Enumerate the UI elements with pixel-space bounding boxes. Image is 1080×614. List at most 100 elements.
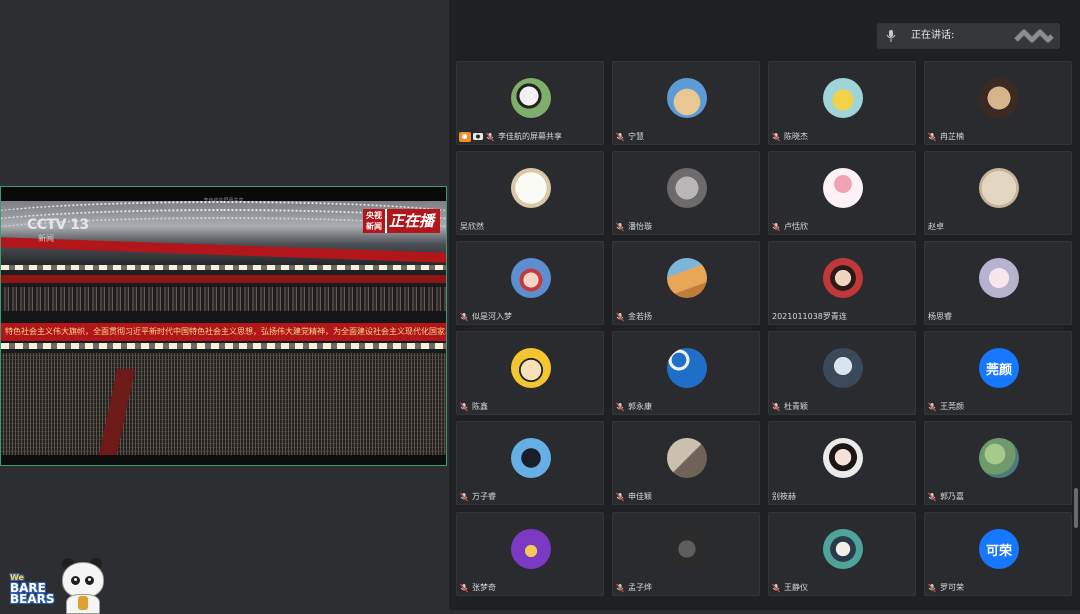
avatar [979,168,1019,208]
participant-tile[interactable]: 郭永康 [612,331,760,415]
participant-name: 王静仪 [784,583,808,592]
nameplate: 陈晓杰 [771,130,808,143]
participant-name: 万子睿 [472,492,496,501]
participant-tile[interactable]: 万子睿 [456,421,604,505]
avatar [511,529,551,569]
active-speaker-bar[interactable]: 正在讲话: [877,23,1060,49]
avatar [667,258,707,298]
participant-name: 宁慧 [628,132,644,141]
speaking-label: 正在讲话: [911,30,955,41]
mic-muted-icon [616,402,624,411]
avatar [823,348,863,388]
participant-tile[interactable]: 2021011038罗青连 [768,241,916,325]
avatar-initials: 可荣 [979,529,1019,569]
participant-tile[interactable]: 陈鑫 [456,331,604,415]
mic-muted-icon [928,402,936,411]
participant-name: 杨思睿 [928,312,952,321]
nameplate: 申佳颖 [615,490,652,503]
participant-tile[interactable]: 莞颜 王莞颜 [924,331,1072,415]
mascot-logo-text: We BARE BEARS [10,572,55,605]
participant-tile[interactable]: 杜青颖 [768,331,916,415]
participant-tile[interactable]: 吴欣然 [456,151,604,235]
mascot-bears: BEARS [10,592,55,606]
participant-tile[interactable]: 潘怡璇 [612,151,760,235]
nameplate: 卢恬欣 [771,220,808,233]
participant-tile[interactable]: 可荣 罗可荣 [924,512,1072,596]
participant-tile[interactable]: 申佳颖 [612,421,760,505]
mic-muted-icon [486,132,494,141]
participant-tile[interactable]: 卢恬欣 [768,151,916,235]
avatar [667,438,707,478]
avatar [667,529,707,569]
participant-tile[interactable]: 陈晓杰 [768,61,916,145]
avatar [979,258,1019,298]
mic-muted-icon [460,402,468,411]
slogan-text: 特色社会主义伟大旗帜，全面贯彻习近平新时代中国特色社会主义思想，弘扬伟大建党精神… [5,327,446,336]
participant-tile[interactable]: 宁慧 [612,61,760,145]
avatar [979,78,1019,118]
nameplate: 罗可荣 [927,581,964,594]
participant-tile[interactable]: 李佳航的屏幕共享 [456,61,604,145]
live-badge-main: 正在播 [384,209,440,233]
screen-share-view[interactable]: 李佳航的屏幕共享 特色社会主义伟大旗帜，全面贯彻习近平新时代中国特色社会主义思想… [0,186,447,466]
mic-muted-icon [460,312,468,321]
nameplate: 吴欣然 [459,220,484,233]
nameplate: 张梦奇 [459,581,496,594]
participant-tile[interactable]: 张梦奇 [456,512,604,596]
participant-name: 陈晓杰 [784,132,808,141]
speaker-avatar-icon [1014,29,1054,43]
participant-tile[interactable]: 杨思睿 [924,241,1072,325]
balcony-audience [1,287,446,311]
participant-name: 郭乃嘉 [940,492,964,501]
share-title-bar: 李佳航的屏幕共享 [1,187,446,204]
avatar [511,258,551,298]
nameplate: 陈鑫 [459,400,488,413]
participant-name: 冉芷楠 [940,132,964,141]
participant-tile[interactable]: 孟子烨 [612,512,760,596]
participant-tile[interactable]: 似是河入梦 [456,241,604,325]
nameplate: 李佳航的屏幕共享 [459,130,562,143]
nameplate: 杨思睿 [927,310,952,323]
participant-name: 卢恬欣 [784,222,808,231]
participant-tile[interactable]: 王静仪 [768,512,916,596]
participant-name: 似是河入梦 [472,312,512,321]
participant-tile[interactable]: 冉芷楠 [924,61,1072,145]
participant-name: 申佳颖 [628,492,652,501]
participant-name: 赵卓 [928,222,944,231]
gallery-scrollbar[interactable] [1074,488,1078,528]
avatar [823,438,863,478]
avatar [823,529,863,569]
participant-name: 郭永康 [628,402,652,411]
participant-tile[interactable]: 金若扬 [612,241,760,325]
left-pane: 李佳航的屏幕共享 特色社会主义伟大旗帜，全面贯彻习近平新时代中国特色社会主义思想… [0,0,449,614]
nameplate: 孟子烨 [615,581,652,594]
panda-icon [58,556,106,614]
red-banner-mid [1,275,446,283]
avatar [979,438,1019,478]
participant-tile[interactable]: 郭乃嘉 [924,421,1072,505]
live-tag-top: 央视 [365,211,382,220]
avatar [511,78,551,118]
mic-muted-icon [616,492,624,501]
participant-name: 金若扬 [628,312,652,321]
nameplate: 冉芷楠 [927,130,964,143]
participant-name: 张梦奇 [472,583,496,592]
nameplate: 金若扬 [615,310,652,323]
participant-name: 杜青颖 [784,402,808,411]
nameplate: 2021011038罗青连 [771,310,847,323]
participant-tile[interactable]: 赵卓 [924,151,1072,235]
camera-icon [473,133,483,140]
nameplate: 王静仪 [771,581,808,594]
avatar [823,78,863,118]
participant-tile[interactable]: 别筱赫 [768,421,916,505]
nameplate: 别筱赫 [771,490,796,503]
participant-name: 吴欣然 [460,222,484,231]
mic-muted-icon [928,492,936,501]
main-audience [1,353,446,455]
cctv-channel-sub: 新闻 [38,234,54,243]
nameplate: 杜青颖 [771,400,808,413]
mic-muted-icon [616,312,624,321]
balcony-lights [1,265,446,270]
nameplate: 郭乃嘉 [927,490,964,503]
video-frame: 特色社会主义伟大旗帜，全面贯彻习近平新时代中国特色社会主义思想，弘扬伟大建党精神… [1,201,446,455]
